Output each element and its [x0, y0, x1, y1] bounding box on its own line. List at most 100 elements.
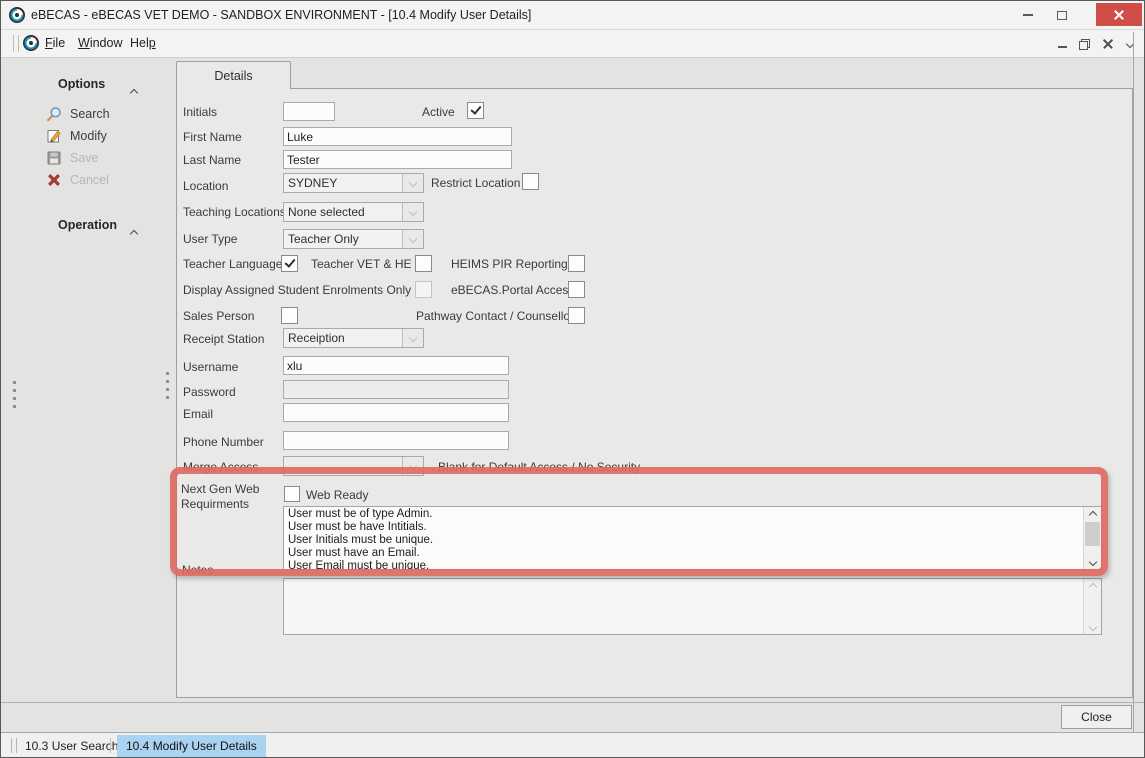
dropdown-button[interactable] — [402, 329, 423, 347]
portal-access-checkbox[interactable] — [568, 281, 585, 298]
sidebar-item-search[interactable]: Search — [46, 106, 110, 122]
toolbar-grip[interactable] — [13, 35, 19, 52]
mdi-menu-chevron-button[interactable] — [1121, 37, 1139, 51]
dropdown-button[interactable] — [402, 230, 423, 248]
window-close-button[interactable] — [1096, 3, 1142, 26]
next-gen-web-requirements-label: Next Gen Web Requirments — [181, 482, 279, 512]
sales-person-label: Sales Person — [183, 309, 254, 323]
username-input[interactable] — [283, 356, 509, 375]
operation-collapse-button[interactable] — [131, 224, 137, 242]
window-maximize-button[interactable] — [1047, 3, 1077, 27]
requirements-text: User must be of type Admin. User must be… — [288, 508, 1081, 570]
options-collapse-button[interactable] — [131, 83, 137, 101]
initials-input[interactable] — [283, 102, 335, 121]
scrollbar-thumb[interactable] — [1085, 522, 1100, 546]
splitter-grip-left[interactable] — [13, 381, 16, 408]
chevron-down-icon — [409, 208, 417, 216]
pathway-contact-label: Pathway Contact / Counsellor — [416, 309, 574, 323]
sidebar-item-modify[interactable]: Modify — [46, 128, 107, 144]
sales-person-checkbox[interactable] — [281, 307, 298, 324]
scroll-down-button[interactable] — [1084, 619, 1101, 634]
teaching-locations-dropdown[interactable]: None selected — [283, 202, 424, 222]
scroll-up-button[interactable] — [1084, 507, 1101, 522]
email-input[interactable] — [283, 403, 509, 422]
chevron-down-icon — [409, 235, 417, 243]
first-name-input[interactable] — [283, 127, 512, 146]
heims-pir-checkbox[interactable] — [568, 255, 585, 272]
chevron-up-icon — [130, 230, 138, 238]
chevron-down-icon — [409, 462, 417, 470]
chevron-down-icon — [1088, 557, 1096, 565]
last-name-input[interactable] — [283, 150, 512, 169]
splitter-grip-panel[interactable] — [166, 372, 169, 399]
maximize-icon — [1057, 11, 1067, 20]
sidebar-item-cancel[interactable]: Cancel — [46, 172, 109, 188]
minimize-icon — [1058, 46, 1067, 48]
window-title: eBECAS - eBECAS VET DEMO - SANDBOX ENVIR… — [31, 8, 531, 22]
client-area-border — [1133, 32, 1134, 732]
display-assigned-label: Display Assigned Student Enrolments Only — [183, 283, 411, 297]
scroll-up-button[interactable] — [1084, 579, 1101, 594]
chevron-up-icon — [1088, 510, 1096, 518]
requirements-scrollbar[interactable] — [1083, 507, 1101, 569]
menu-help[interactable]: Help — [130, 36, 156, 50]
pathway-contact-checkbox[interactable] — [568, 307, 585, 324]
edit-icon — [46, 128, 62, 144]
dropdown-button[interactable] — [402, 174, 423, 192]
requirements-textarea[interactable]: User must be of type Admin. User must be… — [283, 506, 1102, 570]
heims-pir-label: HEIMS PIR Reporting — [451, 257, 568, 271]
window-minimize-button[interactable] — [1013, 3, 1043, 27]
sidebar-item-label: Save — [70, 151, 99, 165]
restrict-location-checkbox[interactable] — [522, 173, 539, 190]
operation-section-header[interactable]: Operation — [58, 218, 117, 232]
first-name-label: First Name — [183, 130, 242, 144]
mdi-restore-button[interactable] — [1075, 37, 1093, 51]
merge-access-dropdown — [283, 456, 424, 476]
minimize-icon — [1023, 14, 1033, 16]
restore-icon — [1079, 39, 1090, 50]
email-label: Email — [183, 407, 213, 421]
tab-bar-grip[interactable] — [11, 738, 17, 753]
dropdown-button[interactable] — [402, 203, 423, 221]
bottom-tab-modify-user-details[interactable]: 10.4 Modify User Details — [117, 735, 266, 757]
password-label: Password — [183, 385, 236, 399]
last-name-label: Last Name — [183, 153, 241, 167]
user-type-dropdown[interactable]: Teacher Only — [283, 229, 424, 249]
chevron-down-icon — [409, 179, 417, 187]
receipt-station-label: Receipt Station — [183, 332, 264, 346]
chevron-down-icon — [1088, 622, 1096, 630]
active-checkbox[interactable] — [467, 102, 484, 119]
sidebar-item-label: Search — [70, 107, 110, 121]
phone-number-input[interactable] — [283, 431, 509, 450]
teacher-language-checkbox[interactable] — [281, 255, 298, 272]
scroll-down-button[interactable] — [1084, 554, 1101, 569]
mdi-minimize-button[interactable] — [1053, 37, 1071, 51]
teacher-vet-he-checkbox[interactable] — [415, 255, 432, 272]
sidebar-item-label: Modify — [70, 129, 107, 143]
options-section-header[interactable]: Options — [58, 77, 105, 91]
phone-number-label: Phone Number — [183, 435, 264, 449]
menu-bar: File Window Help — [1, 30, 1144, 58]
active-label: Active — [422, 105, 455, 119]
notes-scrollbar[interactable] — [1083, 579, 1101, 634]
chevron-down-icon — [409, 334, 417, 342]
save-icon — [46, 150, 62, 166]
menu-window[interactable]: Window — [78, 36, 122, 50]
location-dropdown[interactable]: SYDNEY — [283, 173, 424, 193]
receipt-station-dropdown[interactable]: Receiption — [283, 328, 424, 348]
tab-details[interactable]: Details — [176, 61, 291, 89]
bottom-tab-user-search[interactable]: 10.3 User Search — [19, 733, 124, 758]
sidebar-item-save[interactable]: Save — [46, 150, 99, 166]
portal-access-label: eBECAS.Portal Access — [451, 283, 574, 297]
search-icon — [46, 106, 62, 122]
sidebar-item-label: Cancel — [70, 173, 109, 187]
close-button[interactable]: Close — [1061, 705, 1132, 729]
close-icon — [1102, 38, 1114, 50]
mdi-close-button[interactable] — [1099, 37, 1117, 51]
dropdown-button — [402, 457, 423, 475]
menu-file[interactable]: File — [45, 36, 65, 50]
web-ready-checkbox[interactable] — [284, 486, 300, 502]
teaching-locations-label: Teaching Locations — [183, 205, 286, 219]
app-logo-small-icon — [23, 35, 39, 51]
notes-textarea[interactable] — [283, 578, 1102, 635]
